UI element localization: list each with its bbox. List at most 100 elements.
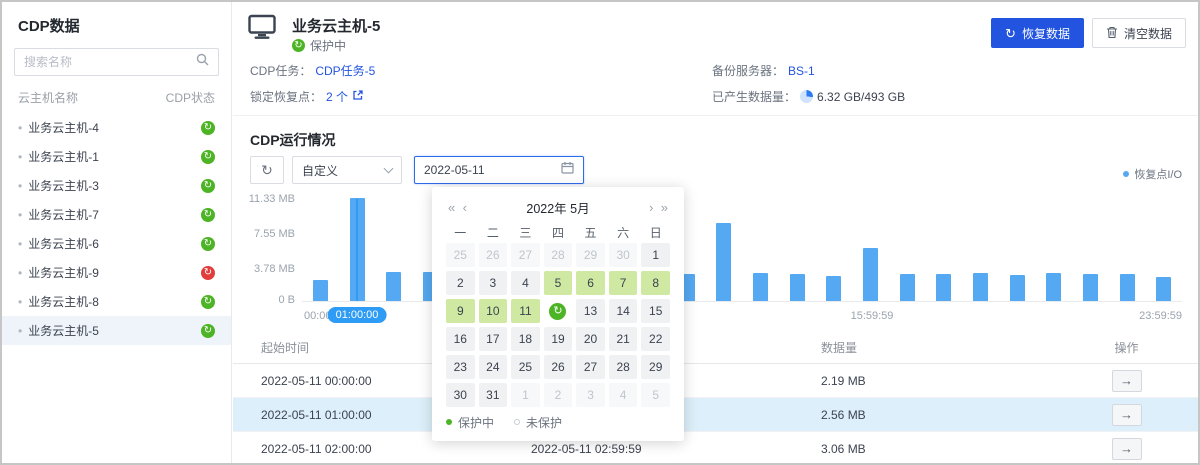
calendar-day[interactable]: 5 <box>641 383 670 407</box>
protection-status: ↻ 保护中 <box>292 37 346 54</box>
chart-bar[interactable] <box>826 276 841 301</box>
calendar-day[interactable]: 28 <box>609 355 638 379</box>
calendar-icon[interactable] <box>561 161 574 179</box>
chart-bar[interactable] <box>863 248 878 301</box>
calendar-day[interactable]: 8 <box>641 271 670 295</box>
sidebar-item-host[interactable]: •业务云主机-5↻ <box>2 316 231 345</box>
row-detail-arrow-button[interactable]: → <box>1112 404 1142 426</box>
table-row[interactable]: 2022-05-11 02:00:002022-05-11 02:59:593.… <box>233 432 1198 465</box>
prev-month-icon[interactable]: ‹ <box>461 200 469 215</box>
calendar-day[interactable]: 23 <box>446 355 475 379</box>
calendar-day[interactable]: 19 <box>544 327 573 351</box>
cdp-status-icon: ↻ <box>201 237 215 251</box>
row-detail-arrow-button[interactable]: → <box>1112 370 1142 392</box>
chart-bar[interactable] <box>1083 274 1098 301</box>
chart-bar[interactable] <box>973 273 988 301</box>
calendar-day[interactable]: 17 <box>479 327 508 351</box>
sidebar-item-host[interactable]: •业务云主机-7↻ <box>2 200 231 229</box>
chart-bar[interactable] <box>386 272 401 301</box>
clear-data-button[interactable]: 清空数据 <box>1092 18 1186 48</box>
chart-bar[interactable] <box>1156 277 1171 301</box>
calendar-day[interactable]: 5 <box>544 271 573 295</box>
data-amount-row: 已产生数据量： 6.32 GB/493 GB <box>712 88 905 105</box>
calendar-day[interactable]: 4 <box>609 383 638 407</box>
chart-bar[interactable] <box>936 274 951 301</box>
calendar-day[interactable]: 26 <box>479 243 508 267</box>
chart-bar[interactable] <box>753 273 768 301</box>
calendar-day[interactable]: 7 <box>609 271 638 295</box>
chart-bar[interactable] <box>716 223 731 301</box>
locked-points-link[interactable]: 2 个 <box>326 88 348 105</box>
calendar-day[interactable]: 2 <box>544 383 573 407</box>
next-month-icon[interactable]: › <box>647 200 655 215</box>
calendar-day[interactable]: 2 <box>446 271 475 295</box>
next-year-icon[interactable]: » <box>659 200 670 215</box>
y-tick-3: 3.78 MB <box>233 263 295 275</box>
sidebar-item-host[interactable]: •业务云主机-8↻ <box>2 287 231 316</box>
chart-bar[interactable] <box>790 274 805 301</box>
calendar-day[interactable]: 1 <box>641 243 670 267</box>
backup-server-link[interactable]: BS-1 <box>788 64 815 78</box>
calendar-day[interactable]: 18 <box>511 327 540 351</box>
calendar-day[interactable]: 31 <box>479 383 508 407</box>
calendar-day[interactable]: 29 <box>576 243 605 267</box>
calendar-day[interactable]: 28 <box>544 243 573 267</box>
sidebar-item-host[interactable]: •业务云主机-9↻ <box>2 258 231 287</box>
sidebar-column-headers: 云主机名称 CDP状态 <box>2 76 231 113</box>
search-input[interactable] <box>24 55 196 69</box>
bullet-icon: • <box>18 150 22 164</box>
search-icon[interactable] <box>196 53 209 71</box>
calendar-day[interactable]: 13 <box>576 299 605 323</box>
calendar-day[interactable]: 15 <box>641 299 670 323</box>
calendar-day[interactable]: ↻ <box>544 299 573 323</box>
calendar-day[interactable]: 4 <box>511 271 540 295</box>
calendar-day[interactable]: 1 <box>511 383 540 407</box>
search-box[interactable] <box>14 48 219 76</box>
refresh-chart-button[interactable]: ↻ <box>250 156 284 184</box>
calendar-day[interactable]: 21 <box>609 327 638 351</box>
protecting-spinner-icon: ↻ <box>549 303 566 320</box>
calendar-day[interactable]: 24 <box>479 355 508 379</box>
calendar-day[interactable]: 20 <box>576 327 605 351</box>
calendar-day[interactable]: 6 <box>576 271 605 295</box>
calendar-day[interactable]: 30 <box>609 243 638 267</box>
sidebar-item-host[interactable]: •业务云主机-3↻ <box>2 171 231 200</box>
calendar-day[interactable]: 25 <box>511 355 540 379</box>
chart-bar[interactable] <box>313 280 328 301</box>
calendar-day[interactable]: 9 <box>446 299 475 323</box>
calendar-day[interactable]: 27 <box>576 355 605 379</box>
chart-bar[interactable] <box>1046 273 1061 301</box>
calendar-day[interactable]: 27 <box>511 243 540 267</box>
legend-label: 恢复点I/O <box>1134 166 1182 182</box>
row-detail-arrow-button[interactable]: → <box>1112 438 1142 460</box>
calendar-day[interactable]: 14 <box>609 299 638 323</box>
sidebar-item-host[interactable]: •业务云主机-4↻ <box>2 113 231 142</box>
prev-year-icon[interactable]: « <box>446 200 457 215</box>
sidebar-item-host[interactable]: •业务云主机-6↻ <box>2 229 231 258</box>
calendar-day[interactable]: 3 <box>479 271 508 295</box>
sidebar-item-host[interactable]: •业务云主机-1↻ <box>2 142 231 171</box>
calendar-day[interactable]: 26 <box>544 355 573 379</box>
bullet-icon: • <box>18 179 22 193</box>
external-link-icon[interactable] <box>352 89 364 104</box>
table-row[interactable]: 2022-05-11 01:00:002.56 MB→ <box>233 398 1198 432</box>
calendar-day[interactable]: 3 <box>576 383 605 407</box>
chart-bar[interactable] <box>1010 275 1025 301</box>
calendar-day[interactable]: 30 <box>446 383 475 407</box>
chart-bar[interactable] <box>900 274 915 301</box>
calendar-day[interactable]: 25 <box>446 243 475 267</box>
cdp-task-link[interactable]: CDP任务-5 <box>315 62 375 79</box>
chart-bar[interactable] <box>1120 274 1135 301</box>
table-row[interactable]: 2022-05-11 00:00:002.19 MB→ <box>233 364 1198 398</box>
selected-time-pill[interactable]: 01:00:00 <box>328 307 387 323</box>
calendar-day[interactable]: 10 <box>479 299 508 323</box>
date-field[interactable] <box>424 163 544 177</box>
calendar-day[interactable]: 16 <box>446 327 475 351</box>
calendar-day[interactable]: 11 <box>511 299 540 323</box>
bullet-icon: • <box>18 237 22 251</box>
restore-data-button[interactable]: ↻ 恢复数据 <box>991 18 1084 48</box>
calendar-day[interactable]: 22 <box>641 327 670 351</box>
calendar-day[interactable]: 29 <box>641 355 670 379</box>
date-picker-input[interactable] <box>414 156 584 184</box>
range-select[interactable]: 自定义 <box>292 156 402 184</box>
